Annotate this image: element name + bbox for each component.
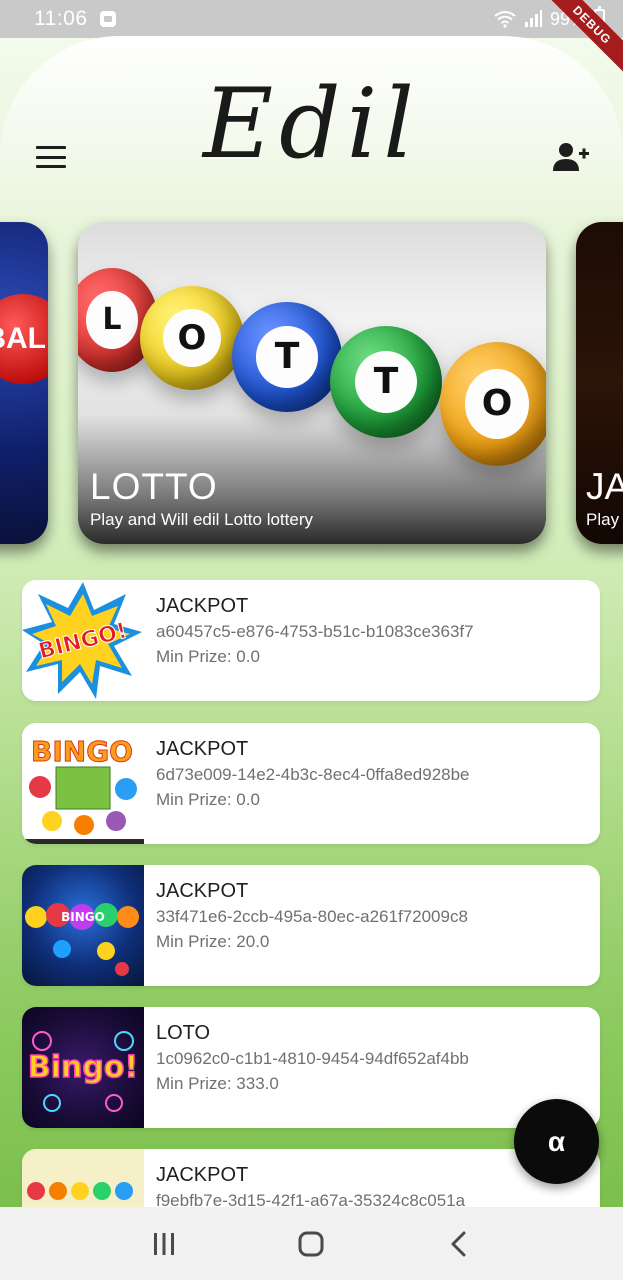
game-carousel[interactable]: BAL L O T T O LOTTO Play and Will edil L… <box>0 222 623 544</box>
list-item[interactable]: Bingo! LOTO 1c0962c0-c1b1-4810-9454-94df… <box>22 1007 600 1128</box>
item-min-prize: Min Prize: 20.0 <box>156 932 270 951</box>
lotto-ball-t1: T <box>232 302 342 412</box>
carousel-card-next-subtitle: Play <box>586 510 620 529</box>
alpha-fab-button[interactable]: α <box>514 1099 599 1184</box>
bingo-cards-thumbnail: BINGO <box>22 723 144 844</box>
item-id: a60457c5-e876-4753-b51c-b1083ce363f7 <box>156 622 474 641</box>
recents-icon[interactable] <box>134 1219 194 1269</box>
carousel-card-title: LOTTO <box>90 466 218 507</box>
back-icon[interactable] <box>429 1219 489 1269</box>
list-item[interactable]: BINGO JACKPOT 33f471e6-2ccb-495a-80ec-a2… <box>22 865 600 986</box>
app-logo: Edil <box>203 68 420 180</box>
wifi-icon <box>494 11 516 28</box>
svg-text:BINGO: BINGO <box>61 910 105 924</box>
item-title: JACKPOT <box>156 880 249 902</box>
add-user-icon[interactable] <box>553 142 589 172</box>
home-icon[interactable] <box>281 1219 341 1269</box>
status-bar: 11:06 99% <box>0 0 623 38</box>
app-screen: 11:06 99% DEBUG Edil AL L O T T O LOTTO … <box>0 0 623 1280</box>
bingo-burst-thumbnail: BINGO! <box>22 580 144 701</box>
item-title: JACKPOT <box>156 738 249 760</box>
item-title: JACKPOT <box>156 1164 249 1186</box>
item-id: 6d73e009-14e2-4b3c-8ec4-0ffa8ed928be <box>156 765 470 784</box>
item-id: 33f471e6-2ccb-495a-80ec-a261f72009c8 <box>156 907 468 926</box>
carousel-card-next[interactable]: JA Play <box>576 222 623 544</box>
item-title: LOTO <box>156 1022 211 1044</box>
status-time: 11:06 <box>34 7 88 30</box>
item-title: JACKPOT <box>156 595 249 617</box>
item-min-prize: Min Prize: 333.0 <box>156 1074 279 1093</box>
item-id: 1c0962c0-c1b1-4810-9454-94df652af4bb <box>156 1049 469 1068</box>
svg-text:BINGO: BINGO <box>31 735 133 768</box>
carousel-card-lotto[interactable]: L O T T O LOTTO Play and Will edil Lotto… <box>78 222 546 544</box>
svg-text:Bingo!: Bingo! <box>28 1050 138 1085</box>
app-header: Edil <box>0 36 623 216</box>
list-item[interactable]: BINGO JACKPOT 6d73e009-14e2-4b3c-8ec4-0f… <box>22 723 600 844</box>
lotto-ball-o: O <box>140 286 244 390</box>
carousel-card-partial-text: BAL <box>0 322 46 355</box>
item-min-prize: Min Prize: 0.0 <box>156 647 260 666</box>
carousel-card-subtitle: Play and Will edil Lotto lottery <box>90 510 313 529</box>
item-min-prize: Min Prize: 0.0 <box>156 790 260 809</box>
carousel-card-next-title: JA <box>586 466 623 507</box>
list-item[interactable]: BINGO! JACKPOT a60457c5-e876-4753-b51c-b… <box>22 580 600 701</box>
signal-icon <box>524 10 542 27</box>
neon-bingo-thumbnail: Bingo! <box>22 1007 144 1128</box>
notification-icon <box>99 11 116 27</box>
bingo-balls-thumbnail: BINGO <box>22 865 144 986</box>
system-nav-bar <box>0 1207 623 1280</box>
lotto-ball-t2: T <box>330 326 442 438</box>
lotto-ball-o2: O <box>440 342 546 466</box>
carousel-card-previous[interactable]: BAL <box>0 222 48 544</box>
